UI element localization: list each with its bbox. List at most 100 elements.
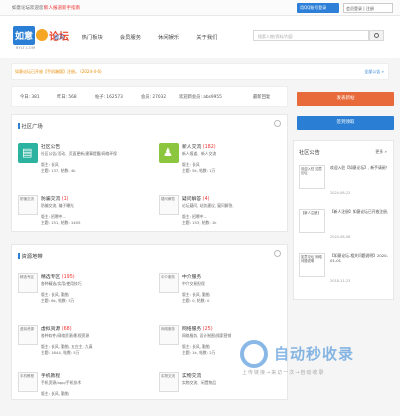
notice-title[interactable]: 【新人注册】如意论坛已开放注册, [330,209,392,214]
notice-icon: ▤ [18,143,38,163]
notice-date: 2024-06-22 [330,191,351,195]
notice-date: 2024-06-06 [330,235,351,239]
forum-moderator: 版主: 长风, 勤勉 [41,391,69,396]
list-item[interactable]: 如意论坛 网络问题说明 【如意论坛-相关问题说明】2020-01-01 2018… [299,253,389,293]
forum-stats-line: 主题: 5k, 帖数: 1万 [182,168,216,173]
welcome-text: 如意论坛欢迎您! [12,6,46,11]
notice-bar: 如意论坛已开放【手机端版】注册。 (2024-4-6) 全部公告 » [11,63,389,80]
forum-stats: 今日: 381 昨日: 568 帖子: 162573 会员: 27032 欢迎新… [11,86,288,107]
forum-name[interactable]: 防骗交流 (1) [41,195,69,202]
stat-yesterday: 昨日: 568 [57,95,77,100]
notice-thumbnail[interactable]: 如意论坛 网络问题说明 [299,253,325,277]
forum-name[interactable]: 网络服务 (25) [182,325,213,332]
collapse-icon[interactable] [274,250,281,257]
notice-title[interactable]: 【如意论坛-相关问题说明】2020-01-01 [330,253,392,264]
forum-stats-line: 主题: 0, 帖数: 0 [182,298,210,303]
search-input[interactable]: 搜索人物/资料/内容 [253,30,369,41]
member-login-link[interactable]: 会员登录 | 注册 [343,3,393,13]
sidebar-title: 社区公告 [299,150,320,156]
forum-item[interactable]: 精选专区 精选专区 (195) 各种精选/实用/使用技巧 版主: 长风, 勤勉 … [18,273,148,317]
forum-name[interactable]: 社区公告 [41,143,60,150]
forum-desc: 网络服务, 设计制图/搜索营销 [182,333,232,338]
register-link[interactable]: 新人报道 [44,5,62,11]
forum-name[interactable]: 虚拟资源 (68) [41,325,72,332]
forum-name[interactable]: 实物交流 [182,372,201,379]
nav-item-hot[interactable]: 热门板块 [82,33,103,41]
forum-item[interactable]: 疑问解答 疑问解答 (4) 论坛疑问, 站务建议, 疑问解答, 版主: 招聘中.… [159,195,289,239]
forum-name[interactable]: 精选专区 (195) [41,273,75,280]
notice-title[interactable]: 欢迎入驻【如意论坛】, 新手请阅！ [330,165,392,170]
forum-desc: 论坛疑问, 站务建议, 疑问解答, [182,203,234,208]
forum-item[interactable]: 防骗交流 防骗交流 (1) 防骗交流, 骗子曝光 版主: 招聘中... 主题: … [18,195,148,239]
forum-thumbnail[interactable]: 虚拟资源 [18,325,38,345]
nav-item-home[interactable]: 首页 [54,33,65,41]
forum-thumbnail[interactable]: 网络服务 [159,325,179,345]
forum-desc: 实物交流、闲置物品 [182,380,217,385]
notice-more-link[interactable]: 全部公告 » [364,69,384,75]
forum-thumbnail[interactable]: 防骗交流 [18,195,38,215]
community-panel: 社区广场 ▤ 社区公告 社区公告/活动、页面更新/建事提醒/网络环保 版主: 长… [11,114,288,232]
search-button[interactable] [369,30,384,41]
notice-thumbnail[interactable]: 欢迎入驻 如意论坛 [299,165,325,189]
forum-item[interactable]: 手机教程 手机教程 手机资源/app/手机技术 版主: 长风, 勤勉 [18,372,148,416]
forum-item[interactable]: 虚拟资源 虚拟资源 (68) 各种软件/网络资源/影视资源 版主: 长风, 勤勉… [18,325,148,369]
title-bar-icon [18,253,20,259]
notice-text[interactable]: 如意论坛已开放【手机端版】注册。 (2024-4-6) [15,69,102,74]
forum-thumbnail[interactable]: 疑问解答 [159,195,179,215]
forum-thumbnail[interactable]: 中介服务 [159,273,179,293]
forum-desc: 手机资源/app/手机技术 [41,380,82,385]
post-button[interactable]: 发表新帖 [297,92,394,106]
logo-dot-icon [36,29,49,41]
forum-desc: 中介交易担保 [182,281,205,286]
forum-name[interactable]: 中介服务 [182,273,201,280]
forum-stats-line: 主题: 1644, 帖数: 5万 [41,350,80,355]
forum-thumbnail[interactable]: 手机教程 [18,372,38,392]
forum-desc: 新人报道、新人交流 [182,151,217,156]
forum-name[interactable]: 手机教程 [41,372,60,379]
list-item[interactable]: 欢迎入驻 如意论坛 欢迎入驻【如意论坛】, 新手请阅！ 2024-06-22 [299,165,389,205]
nav-item-about[interactable]: 关于我们 [196,33,217,41]
site-header: 如意 论坛 RYLT.COM 首页 热门板块 会员服务 休闲娱乐 关于我们 搜索… [0,16,400,58]
checkin-button[interactable]: 签到领取 [297,116,394,130]
forum-item[interactable]: ▤ 社区公告 社区公告/活动、页面更新/建事提醒/网络环保 版主: 长风 主题:… [18,143,148,187]
sidebar-notices: 社区公告 更多 » 欢迎入驻 如意论坛 欢迎入驻【如意论坛】, 新手请阅！ 20… [293,140,394,300]
forum-name[interactable]: 新人交流 (182) [182,143,216,150]
forum-stats-line: 主题: 1k, 帖数: 2万 [182,350,216,355]
logo-left: 如意 [13,25,36,45]
nav-item-member[interactable]: 会员服务 [120,33,141,41]
forum-item[interactable]: 中介服务 中介服务 中介交易担保 版主: 长风, 勤勉 主题: 0, 帖数: 0 [159,273,289,317]
logo-subtitle: RYLT.COM [16,46,36,50]
forum-item[interactable]: 实物交流 实物交流 实物交流、闲置物品 [159,372,289,416]
stat-today: 今日: 381 [20,95,40,100]
sidebar-more-link[interactable]: 更多 » [375,149,387,155]
forum-stats-line: 主题: 137, 帖数: 4k [41,168,76,173]
latest-reply-link[interactable]: 最新回复 [253,94,270,100]
notice-thumbnail[interactable]: 【新人注册】 [299,209,325,233]
forum-stats-line: 主题: 151, 帖数: 1405 [41,220,81,225]
newbie-icon: ♟ [159,143,179,163]
top-bar: 如意论坛欢迎您! 新人报道 新手指南 用QQ账号登录 会员登录 | 注册 [0,0,400,16]
forum-stats-line: 主题: 6k, 帖数: 3万 [41,298,75,303]
main-nav: 首页 热门板块 会员服务 休闲娱乐 关于我们 [54,33,234,41]
stat-posts: 帖子: 162573 [95,95,123,100]
search-icon [374,33,379,38]
list-item[interactable]: 【新人注册】 【新人注册】如意论坛已开放注册, 2024-06-06 [299,209,389,249]
watermark-subtext: 上传链接→来访一次→自动收录 [242,370,325,376]
forum-desc: 防骗交流, 骗子曝光 [41,203,74,208]
guide-link[interactable]: 新手指南 [62,5,80,11]
watermark-text: 自动秒收录 [274,345,355,363]
nav-item-leisure[interactable]: 休闲娱乐 [158,33,179,41]
stat-newest: 欢迎新会员: abs9955 [179,95,222,100]
forum-thumbnail[interactable]: 实物交流 [159,372,179,392]
watermark: 自动秒收录 上传链接→来访一次→自动收录 [240,338,390,378]
qq-login-button[interactable]: 用QQ账号登录 [297,3,339,13]
stat-members: 会员: 27032 [141,95,167,100]
forum-desc: 社区公告/活动、页面更新/建事提醒/网络环保 [41,151,117,156]
notice-date: 2018-11-23 [330,279,351,283]
forum-item[interactable]: ♟ 新人交流 (182) 新人报道、新人交流 版主: 长风 主题: 5k, 帖数… [159,143,289,187]
forum-thumbnail[interactable]: 精选专区 [18,273,38,293]
forum-name[interactable]: 疑问解答 (4) [182,195,210,202]
forum-desc: 各种精选/实用/使用技巧 [41,281,82,286]
collapse-icon[interactable] [274,120,281,127]
resources-title: 资源地带 [18,252,43,260]
